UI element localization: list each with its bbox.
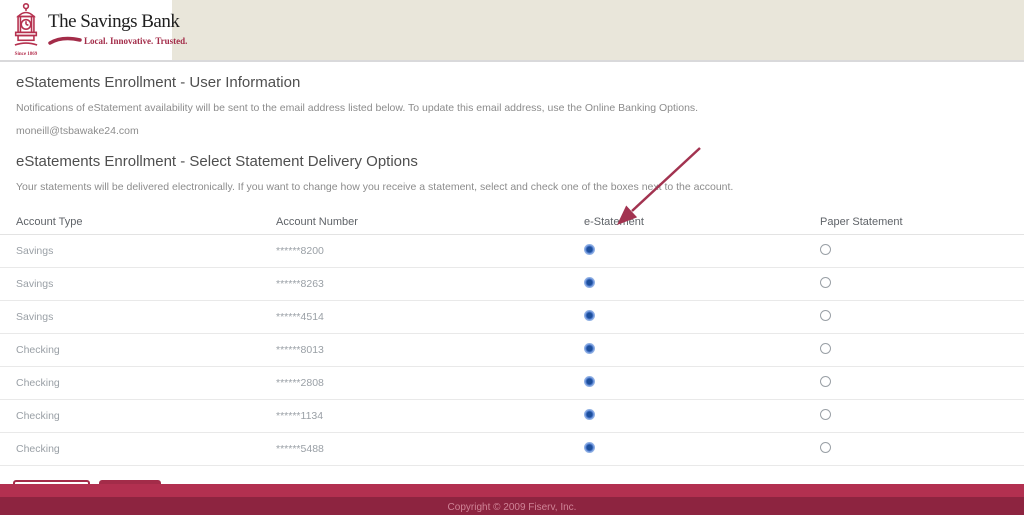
account-type-cell: Checking <box>0 344 260 356</box>
e-statement-radio[interactable] <box>584 409 595 420</box>
account-number-cell: ******4514 <box>260 311 568 323</box>
account-type-cell: Checking <box>0 377 260 389</box>
notification-email: moneill@tsbawake24.com <box>16 125 1008 137</box>
delivery-options-description: Your statements will be delivered electr… <box>16 181 1008 193</box>
page-header: Since 1869 The Savings Bank Local. Innov… <box>0 0 1024 62</box>
account-number-cell: ******2808 <box>260 377 568 389</box>
bank-tagline: Local. Innovative. Trusted. <box>84 36 187 46</box>
account-row: Savings ******4514 <box>0 301 1024 334</box>
footer-accent-bar <box>0 484 1024 497</box>
logo-swoosh <box>48 32 82 50</box>
logo-since-text: Since 1869 <box>15 52 38 57</box>
account-row: Checking ******1134 <box>0 400 1024 433</box>
account-row: Savings ******8200 <box>0 235 1024 268</box>
user-info-section-title: eStatements Enrollment - User Informatio… <box>16 74 1008 91</box>
account-row: Checking ******2808 <box>0 367 1024 400</box>
e-statement-radio[interactable] <box>584 376 595 387</box>
account-number-cell: ******8013 <box>260 344 568 356</box>
bank-logo: Since 1869 The Savings Bank Local. Innov… <box>0 0 172 60</box>
paper-statement-radio[interactable] <box>820 244 831 255</box>
account-row: Checking ******5488 <box>0 433 1024 466</box>
main-content: eStatements Enrollment - User Informatio… <box>0 62 1024 507</box>
accounts-table: Account Type Account Number e-Statement … <box>0 209 1024 466</box>
copyright-text: Copyright © 2009 Fiserv, Inc. <box>448 502 577 513</box>
accounts-table-header: Account Type Account Number e-Statement … <box>0 209 1024 235</box>
account-type-cell: Checking <box>0 410 260 422</box>
account-type-cell: Savings <box>0 245 260 257</box>
account-type-cell: Checking <box>0 443 260 455</box>
delivery-options-section-title: eStatements Enrollment - Select Statemen… <box>16 153 1008 170</box>
account-number-cell: ******8263 <box>260 278 568 290</box>
account-type-cell: Savings <box>0 311 260 323</box>
paper-statement-radio[interactable] <box>820 442 831 453</box>
e-statement-radio[interactable] <box>584 277 595 288</box>
paper-statement-radio[interactable] <box>820 343 831 354</box>
e-statement-radio[interactable] <box>584 310 595 321</box>
bank-name: The Savings Bank <box>48 11 187 33</box>
account-row: Checking ******8013 <box>0 334 1024 367</box>
user-info-description: Notifications of eStatement availability… <box>16 102 1008 114</box>
paper-statement-radio[interactable] <box>820 376 831 387</box>
column-header-e-statement: e-Statement <box>568 216 804 228</box>
e-statement-radio[interactable] <box>584 244 595 255</box>
column-header-account-type: Account Type <box>0 216 260 228</box>
page-footer: Copyright © 2009 Fiserv, Inc. <box>0 484 1024 515</box>
e-statement-radio[interactable] <box>584 343 595 354</box>
column-header-paper-statement: Paper Statement <box>804 216 1024 228</box>
account-number-cell: ******8200 <box>260 245 568 257</box>
account-type-cell: Savings <box>0 278 260 290</box>
column-header-account-number: Account Number <box>260 216 568 228</box>
paper-statement-radio[interactable] <box>820 310 831 321</box>
account-number-cell: ******5488 <box>260 443 568 455</box>
accounts-table-body: Savings ******8200 Savings ******8263 Sa… <box>0 235 1024 466</box>
e-statement-radio[interactable] <box>584 442 595 453</box>
clock-tower-icon <box>8 3 44 54</box>
account-row: Savings ******8263 <box>0 268 1024 301</box>
paper-statement-radio[interactable] <box>820 277 831 288</box>
paper-statement-radio[interactable] <box>820 409 831 420</box>
account-number-cell: ******1134 <box>260 410 568 422</box>
